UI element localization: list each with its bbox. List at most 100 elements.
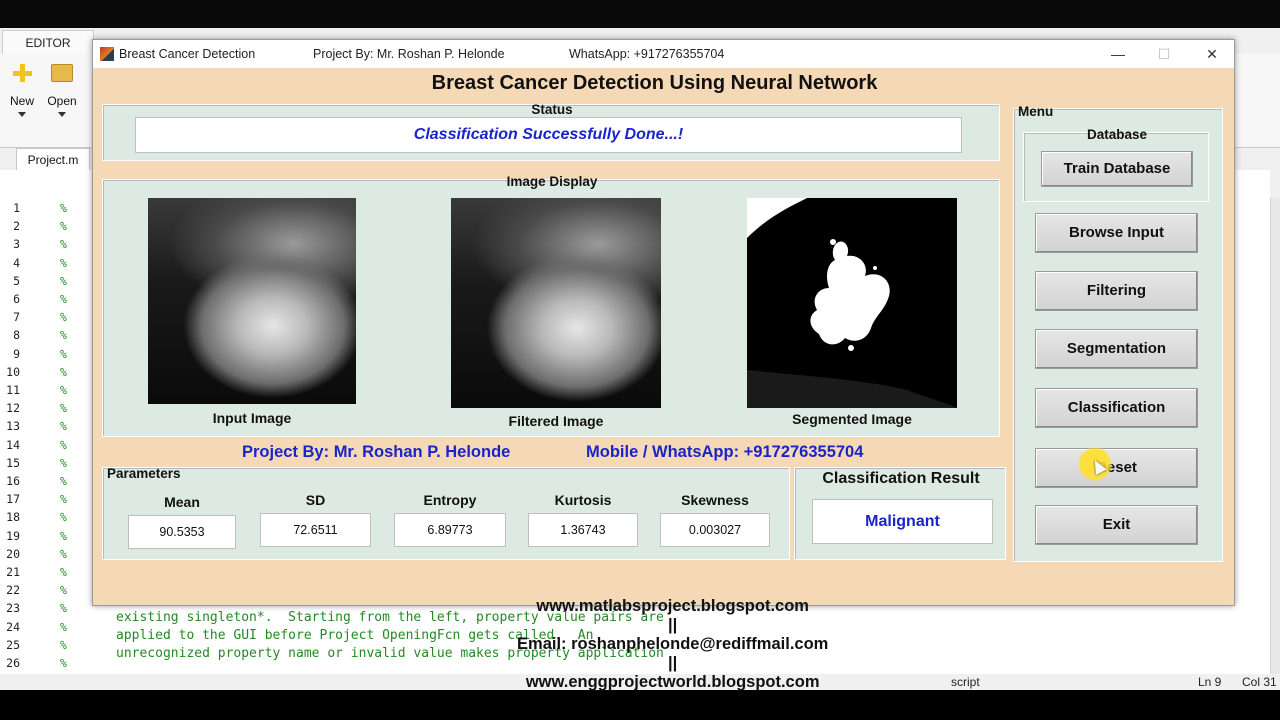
segmentation-button[interactable]: Segmentation [1035, 329, 1198, 369]
open-tool-button[interactable]: Open [42, 64, 82, 117]
comment-marker: % [60, 328, 67, 343]
open-tool-label: Open [47, 94, 77, 108]
comment-marker: % [60, 565, 67, 579]
line-number: 18 [6, 510, 20, 525]
matlab-icon [100, 47, 114, 61]
param-label-kurtosis: Kurtosis [554, 492, 612, 508]
classification-button[interactable]: Classification [1035, 388, 1198, 428]
segmented-image-label: Segmented Image [792, 411, 912, 427]
line-number: 16 [6, 474, 20, 488]
filtering-button[interactable]: Filtering [1035, 271, 1198, 311]
line-number: 25 [6, 637, 20, 652]
param-value-mean: 90.5353 [128, 515, 236, 549]
comment-marker: % [60, 310, 67, 325]
mammogram-input [148, 198, 356, 404]
segmentation-mask [747, 198, 957, 408]
comment-marker: % [60, 601, 67, 616]
image-display-title: Image Display [506, 174, 598, 189]
line-number: 2 [13, 219, 20, 234]
new-tool-label: New [9, 94, 34, 108]
param-label-sd: SD [305, 492, 326, 508]
line-number: 14 [6, 437, 20, 452]
comment-marker: % [60, 364, 67, 379]
segmented-image [747, 198, 957, 408]
gui-window: Breast Cancer Detection Project By: Mr. … [92, 39, 1235, 691]
comment-marker: % [60, 346, 67, 361]
comment-marker: % [60, 292, 67, 306]
close-button[interactable]: ✕ [1202, 44, 1222, 64]
filtered-image [451, 198, 661, 408]
file-tab-project[interactable]: Project.m [16, 148, 90, 170]
browse-input-button[interactable]: Browse Input [1035, 213, 1198, 253]
comment-marker: % [60, 401, 67, 416]
open-folder-icon [51, 64, 73, 82]
footer-separator: || [668, 654, 678, 672]
line-number: 19 [6, 528, 20, 543]
line-number: 8 [13, 328, 20, 343]
comment-marker: % [60, 219, 67, 234]
footer-links: www.matlabsproject.blogspot.com || Email… [93, 578, 1234, 711]
line-number: 21 [6, 565, 20, 579]
comment-marker: % [60, 546, 67, 561]
database-title: Database [1086, 127, 1148, 142]
filtered-image-label: Filtered Image [508, 413, 604, 429]
editor-scrollbar[interactable] [1270, 198, 1280, 696]
line-number: 5 [13, 273, 20, 288]
menu-title: Menu [1018, 104, 1054, 119]
line-number: 26 [6, 656, 20, 670]
line-number: 24 [6, 619, 20, 634]
line-number: 9 [13, 346, 20, 361]
param-value-sd: 72.6511 [260, 513, 371, 547]
line-number: 20 [6, 546, 20, 561]
comment-marker: % [60, 383, 67, 397]
reset-button[interactable]: Reset [1035, 448, 1198, 488]
line-number: 7 [13, 310, 20, 325]
comment-marker: % [60, 510, 67, 525]
comment-marker: % [60, 237, 67, 252]
comment-marker: % [60, 619, 67, 634]
comment-marker: % [60, 637, 67, 652]
param-label-entropy: Entropy [423, 492, 477, 508]
train-database-button[interactable]: Train Database [1041, 151, 1193, 187]
exit-button[interactable]: Exit [1035, 505, 1198, 545]
classification-result-value: Malignant [812, 499, 993, 544]
comment-marker: % [60, 273, 67, 288]
param-label-skewness: Skewness [681, 492, 749, 508]
comment-marker: % [60, 528, 67, 543]
comment-marker: % [60, 492, 67, 507]
line-number: 22 [6, 583, 20, 598]
footer-email[interactable]: Email: roshanphelonde@rediffmail.com [517, 635, 828, 653]
line-number: 12 [6, 401, 20, 416]
maximize-button[interactable]: ☐ [1154, 44, 1174, 64]
project-by-text: Project By: Mr. Roshan P. Helonde [242, 443, 511, 461]
minimize-button[interactable]: — [1108, 44, 1128, 64]
comment-marker: % [60, 419, 67, 434]
window-title-bar[interactable]: Breast Cancer Detection Project By: Mr. … [93, 40, 1234, 68]
window-title: Breast Cancer Detection [119, 47, 256, 61]
line-number: 3 [13, 237, 20, 252]
input-image [148, 198, 356, 404]
comment-marker: % [60, 255, 67, 270]
comment-marker: % [60, 437, 67, 452]
param-value-kurtosis: 1.36743 [528, 513, 638, 547]
status-message: Classification Successfully Done...! [135, 117, 962, 153]
mammogram-filtered [451, 198, 661, 408]
input-image-label: Input Image [212, 410, 292, 426]
window-title-whatsapp: WhatsApp: +917276355704 [569, 47, 725, 61]
footer-site2[interactable]: www.enggprojectworld.blogspot.com [526, 673, 820, 691]
chevron-down-icon [58, 112, 66, 117]
line-number: 10 [6, 364, 20, 379]
parameters-title: Parameters [107, 466, 181, 481]
status-column: Col 31 [1242, 675, 1277, 689]
new-tool-button[interactable]: New [2, 64, 42, 117]
project-contact-text: Mobile / WhatsApp: +917276355704 [586, 443, 864, 461]
chevron-down-icon [18, 112, 26, 117]
classification-result-title: Classification Result [822, 470, 980, 487]
editor-ribbon-tab[interactable]: EDITOR [2, 30, 94, 54]
footer-site1[interactable]: www.matlabsproject.blogspot.com [536, 597, 809, 615]
comment-marker: % [60, 474, 67, 488]
page-title: Breast Cancer Detection Using Neural Net… [431, 72, 878, 94]
line-number: 15 [6, 455, 20, 470]
new-icon [11, 64, 33, 82]
param-label-mean: Mean [164, 494, 200, 510]
